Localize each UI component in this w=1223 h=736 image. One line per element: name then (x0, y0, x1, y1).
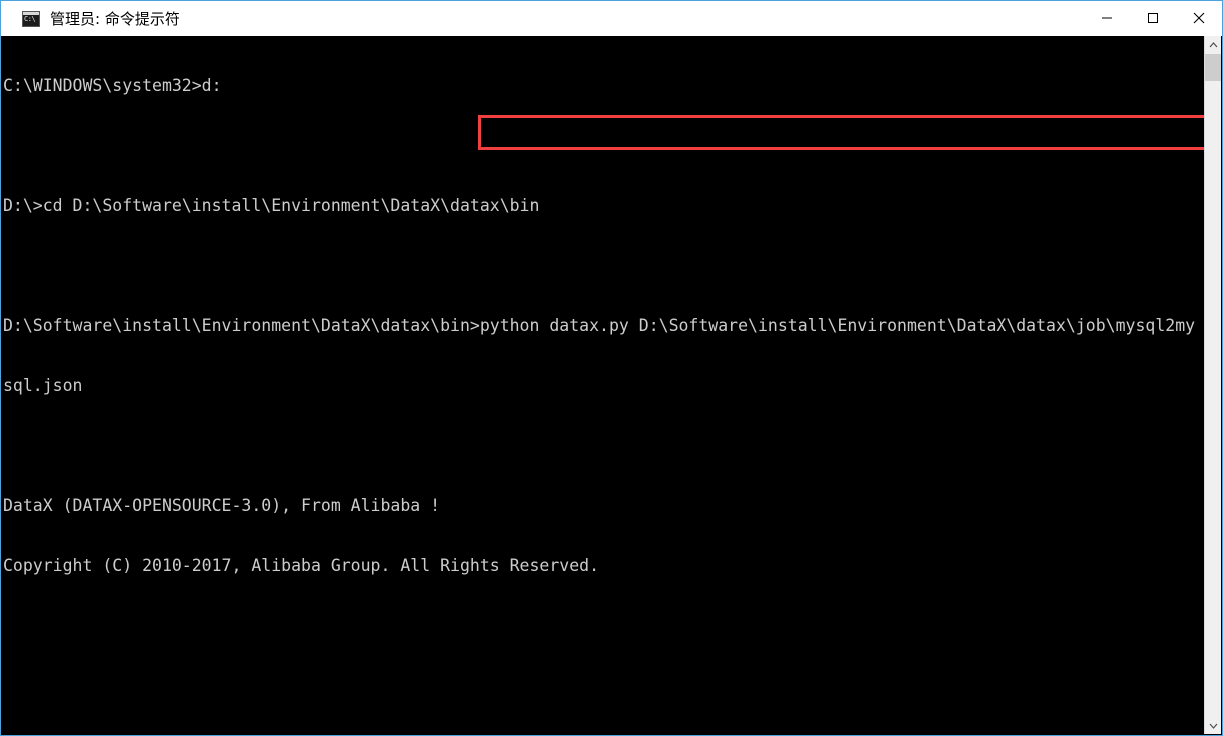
minimize-button[interactable] (1084, 1, 1130, 35)
console-command-line-wrap: sql.json (3, 376, 83, 395)
chevron-up-icon[interactable] (1205, 36, 1221, 53)
cmd-icon (22, 10, 40, 27)
console-output[interactable]: C:\WINDOWS\system32>d: D:\>cd D:\Softwar… (2, 36, 1207, 734)
command-prompt-window: 管理员: 命令提示符 C:\WINDOWS\system32>d: D:\>cd… (0, 0, 1223, 736)
window-title: 管理员: 命令提示符 (50, 10, 180, 28)
console-line: D:\>cd D:\Software\install\Environment\D… (3, 196, 540, 215)
console-line: C:\WINDOWS\system32>d: (3, 76, 222, 95)
close-button[interactable] (1176, 1, 1222, 35)
window-controls (1084, 1, 1222, 35)
scrollbar-track[interactable] (1205, 81, 1221, 717)
scrollbar-thumb[interactable] (1205, 54, 1221, 81)
vertical-scrollbar[interactable] (1204, 36, 1221, 734)
console-command-line: D:\Software\install\Environment\DataX\da… (3, 316, 1196, 335)
chevron-down-icon[interactable] (1205, 717, 1221, 734)
title-bar[interactable]: 管理员: 命令提示符 (1, 1, 1222, 36)
console-banner-line: DataX (DATAX-OPENSOURCE-3.0), From Aliba… (3, 496, 441, 515)
console-banner-line: Copyright (C) 2010-2017, Alibaba Group. … (3, 556, 600, 575)
maximize-button[interactable] (1130, 1, 1176, 35)
